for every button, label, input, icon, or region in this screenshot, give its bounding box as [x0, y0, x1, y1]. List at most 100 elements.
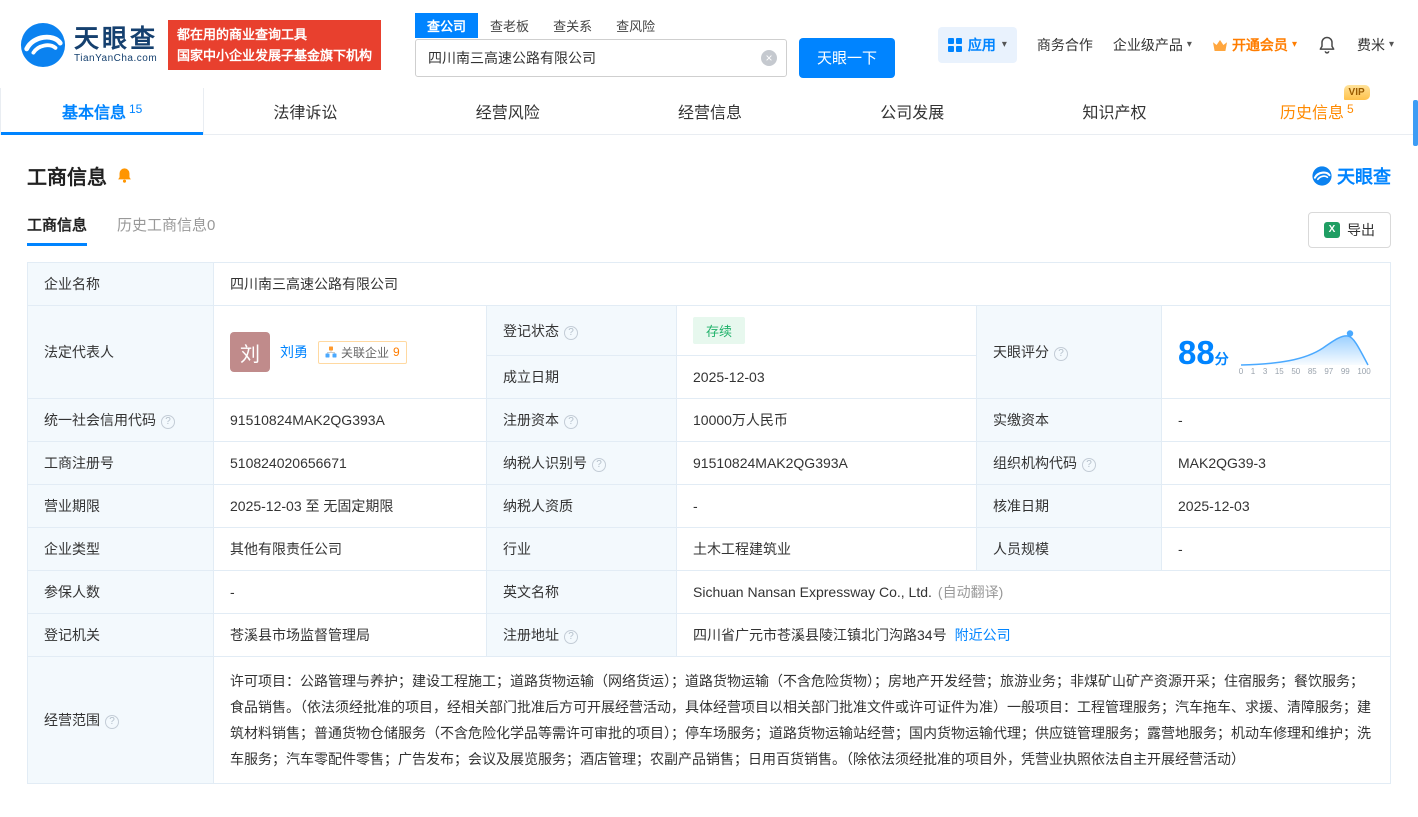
tab-history-info[interactable]: VIP 历史信息 5: [1216, 85, 1418, 134]
subtab-business-info[interactable]: 工商信息: [27, 214, 88, 246]
search-button[interactable]: 天眼一下: [799, 37, 896, 78]
label-text: 成立日期: [503, 369, 559, 385]
table-row: 统一社会信用代码? 91510824MAK2QG393A 注册资本? 10000…: [27, 398, 1391, 442]
score-axis-ticks: 0 1 3 15 50 85 97 99 100: [1239, 366, 1371, 376]
notification-bell-icon[interactable]: [1317, 35, 1337, 55]
search-input[interactable]: [415, 38, 788, 77]
staff-size-label: 人员规模: [976, 527, 1162, 571]
industry-value: 土木工程建筑业: [676, 527, 977, 571]
related-companies-badge[interactable]: 关联企业 9: [318, 340, 407, 364]
menu-enterprise-products[interactable]: 企业级产品 ▾: [1113, 35, 1192, 55]
help-icon[interactable]: ?: [161, 415, 175, 429]
tab-legal-label: 法律诉讼: [273, 105, 338, 122]
tianyancha-watermark: 天眼查: [1312, 163, 1391, 189]
search-tabs: 查公司 查老板 查关系 查风险: [415, 12, 895, 38]
est-date-label: 成立日期: [486, 355, 677, 399]
tab-history-label: 历史信息: [1279, 105, 1344, 122]
legal-rep-name-link[interactable]: 刘勇: [280, 342, 308, 362]
search-tab-relation[interactable]: 查关系: [541, 13, 604, 38]
watermark-label: 天眼查: [1337, 166, 1391, 187]
top-header: 天眼查 TianYanCha.com 都在用的商业查询工具 国家中小企业发展子基…: [0, 0, 1418, 88]
label-text: 统一社会信用代码: [44, 412, 156, 428]
taxpayer-quality-label: 纳税人资质: [486, 484, 677, 528]
reg-address-text: 四川省广元市苍溪县陵江镇北门沟路34号: [693, 627, 947, 643]
promo-line1: 都在用的商业查询工具: [177, 27, 308, 42]
nearby-companies-link[interactable]: 附近公司: [955, 627, 1011, 643]
reg-capital-label: 注册资本?: [486, 398, 677, 442]
scrollbar-thumb[interactable]: [1413, 100, 1418, 146]
tab-development-label: 公司发展: [880, 105, 945, 122]
clear-input-icon[interactable]: ×: [761, 49, 778, 66]
tick: 3: [1262, 366, 1268, 376]
tab-basic-label: 基本信息: [61, 105, 126, 122]
tick: 97: [1324, 366, 1334, 376]
legal-rep-label: 法定代表人: [27, 305, 214, 399]
subscribe-bell-icon[interactable]: [116, 167, 133, 184]
logo-text: 天眼查 TianYanCha.com: [74, 25, 158, 64]
related-companies-count: 9: [393, 345, 400, 359]
reg-status-label: 登记状态?: [486, 305, 677, 356]
help-icon[interactable]: ?: [592, 458, 606, 472]
org-code-label: 组织机构代码?: [976, 441, 1162, 485]
help-icon[interactable]: ?: [564, 630, 578, 644]
score-unit: 分: [1214, 350, 1229, 367]
table-row: 参保人数 - 英文名称 Sichuan Nansan Expressway Co…: [27, 570, 1391, 614]
label-text: 登记机关: [44, 627, 100, 643]
chevron-down-icon: ▾: [1186, 39, 1192, 50]
legal-rep-value: 刘 刘勇 关联企业 9: [213, 305, 487, 399]
help-icon[interactable]: ?: [564, 325, 578, 340]
table-row: 营业期限 2025-12-03 至 无固定期限 纳税人资质 - 核准日期 202…: [27, 484, 1391, 528]
label-text: 实缴资本: [993, 412, 1049, 428]
search-tab-company[interactable]: 查公司: [415, 12, 479, 38]
table-row: 工商注册号 510824020656671 纳税人识别号? 91510824MA…: [27, 441, 1391, 485]
menu-business-cooperation[interactable]: 商务合作: [1037, 35, 1093, 55]
search-area: 查公司 查老板 查关系 查风险 × 天眼一下: [415, 12, 896, 78]
help-icon[interactable]: ?: [564, 415, 578, 429]
credit-code-label: 统一社会信用代码?: [27, 398, 214, 442]
help-icon[interactable]: ?: [105, 715, 119, 729]
tianyancha-logo[interactable]: 天眼查 TianYanCha.com: [20, 22, 158, 68]
tick: 99: [1340, 366, 1350, 376]
tab-operation-info[interactable]: 经营信息: [609, 88, 811, 134]
tab-company-development[interactable]: 公司发展: [811, 88, 1013, 134]
user-menu[interactable]: 费米 ▾: [1357, 35, 1394, 55]
reg-authority-label: 登记机关: [27, 613, 214, 657]
reg-capital-value: 10000万人民币: [676, 398, 977, 442]
label-text: 参保人数: [44, 584, 100, 600]
english-name-value: Sichuan Nansan Expressway Co., Ltd. (自动翻译…: [676, 570, 1391, 614]
search-tab-boss[interactable]: 查老板: [478, 13, 541, 38]
tick: 50: [1291, 366, 1301, 376]
top-menu: 应用 ▾ 商务合作 企业级产品 ▾ 开通会员 ▾ 费米 ▾: [937, 27, 1394, 63]
company-type-value: 其他有限责任公司: [213, 527, 487, 571]
legal-rep-avatar[interactable]: 刘: [230, 332, 270, 372]
tab-basic-info[interactable]: 基本信息 15: [0, 88, 205, 135]
industry-label: 行业: [486, 527, 677, 571]
tab-legal-proceedings[interactable]: 法律诉讼: [204, 88, 406, 134]
label-text: 登记状态: [503, 322, 559, 339]
insured-count-value: -: [213, 570, 487, 614]
apps-grid-icon: [947, 38, 962, 52]
label-text: 天眼评分: [993, 344, 1049, 360]
tab-intellectual-property[interactable]: 知识产权: [1013, 88, 1215, 134]
label-text: 注册资本: [503, 412, 559, 428]
tab-risk-label: 经营风险: [475, 105, 540, 122]
search-tab-risk[interactable]: 查风险: [604, 13, 667, 38]
tab-history-count: 5: [1346, 102, 1354, 116]
legal-rep-cell: 刘 刘勇 关联企业 9: [230, 332, 470, 372]
apps-menu-button[interactable]: 应用 ▾: [937, 27, 1017, 63]
approval-date-value: 2025-12-03: [1161, 484, 1391, 528]
tianyancha-company-page: 天眼查 TianYanCha.com 都在用的商业查询工具 国家中小企业发展子基…: [0, 0, 1418, 784]
help-icon[interactable]: ?: [1082, 458, 1096, 472]
help-icon[interactable]: ?: [1054, 347, 1068, 361]
section-head: 工商信息 天眼查: [27, 161, 1391, 190]
export-button[interactable]: X 导出: [1308, 212, 1391, 248]
tab-business-risk[interactable]: 经营风险: [407, 88, 609, 134]
menu-open-vip[interactable]: 开通会员 ▾: [1212, 35, 1297, 55]
label-text: 营业期限: [44, 498, 100, 514]
label-text: 经营范围: [44, 712, 100, 728]
tianyancha-score: 88分 0 1 3 15 50 85 97 99 100: [1178, 329, 1374, 376]
username-label: 费米: [1356, 37, 1385, 53]
subtab-history-business-info[interactable]: 历史工商信息0: [117, 214, 215, 246]
label-text: 企业名称: [44, 276, 100, 292]
score-label: 天眼评分?: [976, 305, 1162, 399]
